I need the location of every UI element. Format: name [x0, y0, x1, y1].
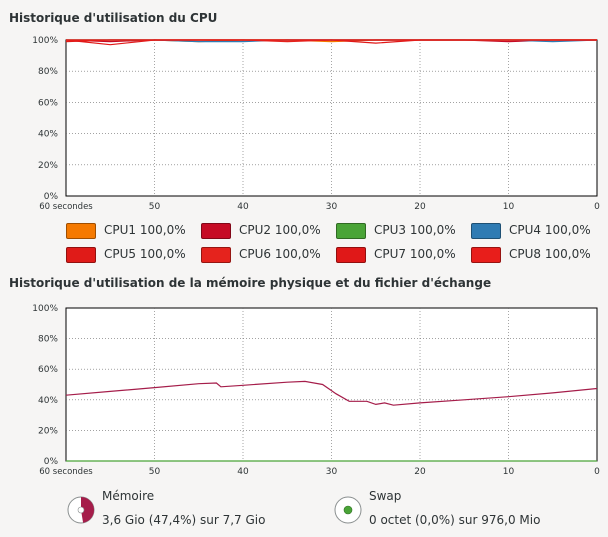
memory-y-tick-label: 80% — [38, 335, 58, 345]
cpu-y-tick-label: 40% — [38, 130, 58, 140]
cpu-legend-label: CPU2 100,0% — [239, 223, 321, 237]
memory-plot-area — [65, 307, 598, 462]
cpu-x-tick-label: 0 — [594, 202, 600, 212]
memory-value: 3,6 Gio (47,4%) sur 7,7 Gio — [102, 513, 266, 527]
memory-x-tick-label: 30 — [326, 467, 338, 477]
cpu-color-swatch-button[interactable] — [66, 223, 96, 239]
cpu-x-tick-label: 20 — [414, 202, 426, 212]
memory-y-tick-label: 60% — [38, 365, 58, 375]
cpu-legend-item-3: CPU3 100,0% — [336, 223, 466, 241]
cpu-legend-item-6: CPU6 100,0% — [201, 247, 331, 265]
cpu-color-swatch-button[interactable] — [66, 247, 96, 263]
cpu-color-swatch-button[interactable] — [336, 247, 366, 263]
cpu-color-swatch-button[interactable] — [201, 223, 231, 239]
cpu-legend-item-8: CPU8 100,0% — [471, 247, 601, 265]
cpu-color-swatch-button[interactable] — [471, 223, 501, 239]
cpu-color-swatch-button[interactable] — [336, 223, 366, 239]
cpu-y-tick-label: 100% — [32, 36, 58, 46]
cpu-legend-item-4: CPU4 100,0% — [471, 223, 601, 241]
memory-x-tick-label: 60 secondes — [39, 467, 93, 477]
cpu-y-tick-label: 60% — [38, 98, 58, 108]
memory-y-tick-label: 0% — [44, 457, 59, 467]
swap-usage-pie-icon[interactable] — [333, 495, 363, 525]
cpu-legend-label: CPU6 100,0% — [239, 247, 321, 261]
cpu-legend-item-7: CPU7 100,0% — [336, 247, 466, 265]
cpu-legend-label: CPU7 100,0% — [374, 247, 456, 261]
memory-x-tick-label: 10 — [503, 467, 515, 477]
cpu-x-tick-label: 30 — [326, 202, 338, 212]
cpu-x-tick-label: 40 — [237, 202, 249, 212]
memory-x-tick-label: 50 — [149, 467, 161, 477]
memory-y-tick-label: 100% — [32, 304, 58, 314]
cpu-legend-item-2: CPU2 100,0% — [201, 223, 331, 241]
memory-usage-pie-icon[interactable] — [66, 495, 96, 525]
memory-history-title: Historique d'utilisation de la mémoire p… — [9, 276, 492, 290]
cpu-legend-label: CPU3 100,0% — [374, 223, 456, 237]
cpu-legend-label: CPU8 100,0% — [509, 247, 591, 261]
cpu-legend-item-1: CPU1 100,0% — [66, 223, 196, 241]
memory-resource: Mémoire 3,6 Gio (47,4%) sur 7,7 Gio — [66, 489, 316, 533]
cpu-y-tick-label: 20% — [38, 161, 58, 171]
cpu-color-swatch-button[interactable] — [201, 247, 231, 263]
cpu-legend-label: CPU1 100,0% — [104, 223, 186, 237]
memory-y-tick-label: 20% — [38, 426, 58, 436]
cpu-legend-label: CPU4 100,0% — [509, 223, 591, 237]
memory-label: Mémoire — [102, 489, 155, 503]
cpu-x-tick-label: 50 — [149, 202, 161, 212]
swap-value: 0 octet (0,0%) sur 976,0 Mio — [369, 513, 541, 527]
cpu-x-tick-label: 10 — [503, 202, 515, 212]
cpu-history-title: Historique d'utilisation du CPU — [9, 11, 218, 25]
cpu-y-tick-label: 0% — [44, 192, 59, 202]
memory-x-tick-label: 40 — [237, 467, 249, 477]
swap-resource: Swap 0 octet (0,0%) sur 976,0 Mio — [333, 489, 593, 533]
cpu-color-swatch-button[interactable] — [471, 247, 501, 263]
swap-label: Swap — [369, 489, 402, 503]
cpu-y-tick-label: 80% — [38, 67, 58, 77]
cpu-legend-item-5: CPU5 100,0% — [66, 247, 196, 265]
memory-x-tick-label: 20 — [414, 467, 426, 477]
cpu-history-chart: 100% 80% 60% 40% 20% 0%60 secondes 50 40 30 20 10 0 — [32, 36, 600, 212]
memory-x-tick-label: 0 — [594, 467, 600, 477]
cpu-legend-row: CPU1 100,0% CPU2 100,0% CPU3 100,0% CPU4 10… — [0, 223, 608, 245]
cpu-legend-row: CPU5 100,0% CPU6 100,0% CPU7 100,0% CPU8 10… — [0, 247, 608, 269]
memory-history-chart: 100% 80% 60% 40% 20% 0%60 secondes 50 40 30 20 10 0 — [32, 304, 600, 477]
cpu-x-tick-label: 60 secondes — [39, 202, 93, 212]
memory-y-tick-label: 40% — [38, 396, 58, 406]
cpu-legend-label: CPU5 100,0% — [104, 247, 186, 261]
